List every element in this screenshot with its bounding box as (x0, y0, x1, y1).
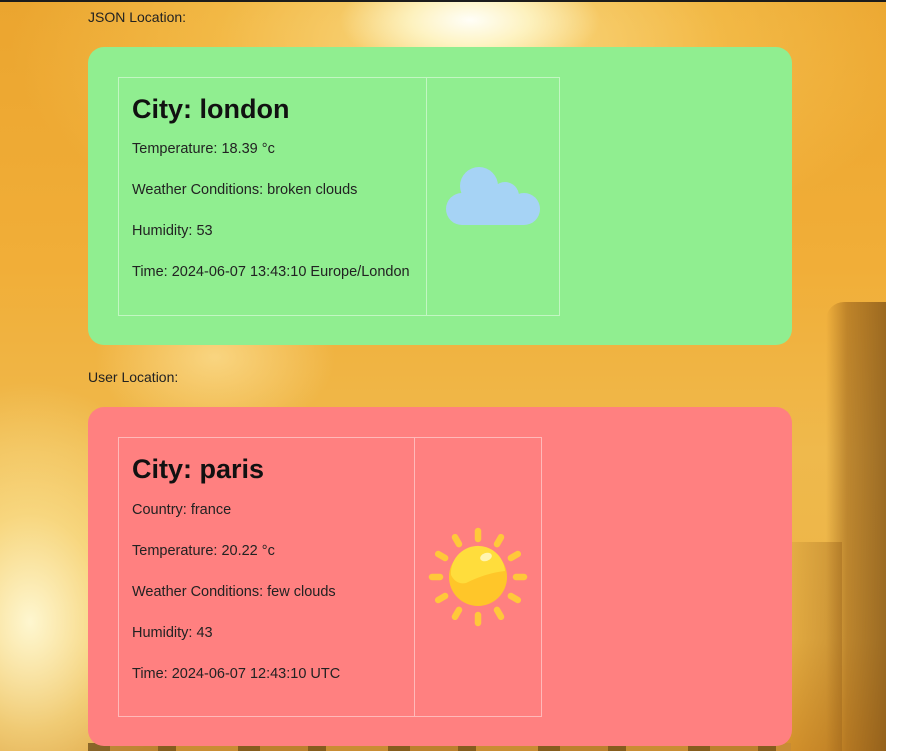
user-location-label: User Location: (88, 369, 179, 385)
weather-info-cell: City: london Temperature: 18.39 °c Weath… (119, 78, 427, 315)
weather-icon-cell (427, 78, 559, 315)
sun-icon (428, 527, 528, 627)
cloud-icon (446, 166, 540, 225)
user-location-card: City: paris Country: france Temperature:… (88, 407, 792, 746)
humidity-text: Humidity: 43 (132, 625, 213, 641)
humidity-text: Humidity: 53 (132, 223, 213, 239)
time-text: Time: 2024-06-07 13:43:10 Europe/London (132, 264, 410, 280)
weather-table: City: london Temperature: 18.39 °c Weath… (118, 77, 560, 316)
weather-conditions-text: Weather Conditions: few clouds (132, 584, 336, 600)
temperature-text: Temperature: 20.22 °c (132, 543, 275, 559)
temperature-text: Temperature: 18.39 °c (132, 141, 275, 157)
country-text: Country: france (132, 502, 232, 518)
city-heading: City: paris (132, 454, 265, 484)
time-text: Time: 2024-06-07 12:43:10 UTC (132, 666, 341, 682)
weather-info-cell: City: paris Country: france Temperature:… (119, 438, 415, 716)
weather-icon-cell (415, 438, 541, 716)
json-location-card: City: london Temperature: 18.39 °c Weath… (88, 47, 792, 345)
json-location-label: JSON Location: (88, 9, 187, 25)
weather-page: JSON Location: City: london Temperature:… (0, 0, 886, 751)
city-heading: City: london (132, 94, 290, 124)
weather-conditions-text: Weather Conditions: broken clouds (132, 182, 358, 198)
weather-table: City: paris Country: france Temperature:… (118, 437, 542, 717)
